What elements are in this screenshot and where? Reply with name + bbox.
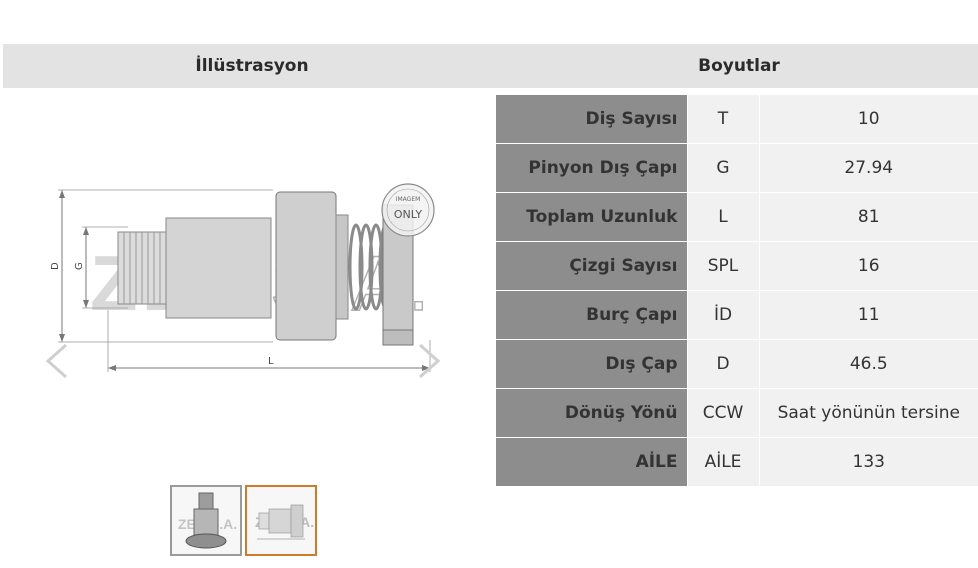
- row-label: Çizgi Sayısı: [496, 241, 687, 291]
- row-symbol: SPL: [686, 241, 760, 291]
- table-row: Dönüş Yönü CCW Saat yönünün tersine: [496, 388, 978, 438]
- row-symbol: L: [686, 192, 760, 242]
- row-symbol: AİLE: [686, 437, 760, 487]
- next-image-button[interactable]: [410, 342, 448, 380]
- row-label: Burç Çapı: [496, 290, 687, 340]
- table-row: Çizgi Sayısı SPL 16: [496, 241, 978, 291]
- row-symbol: İD: [686, 290, 760, 340]
- row-value: 133: [759, 437, 978, 487]
- row-value: 27.94: [759, 143, 978, 193]
- table-row: Burç Çapı İD 11: [496, 290, 978, 340]
- dim-l-label: L: [268, 356, 274, 367]
- row-label: Dönüş Yönü: [496, 388, 687, 438]
- row-value: 10: [759, 95, 978, 144]
- table-row: AİLE AİLE 133: [496, 437, 978, 487]
- row-value: 16: [759, 241, 978, 291]
- table-row: Pinyon Dış Çapı G 27.94: [496, 143, 978, 193]
- dim-d-label: D: [50, 262, 61, 270]
- row-value: 11: [759, 290, 978, 340]
- product-technical-drawing: ZEN S.A. D G IMAGEM ONLY L: [50, 183, 435, 372]
- chevron-right-icon: [419, 343, 441, 379]
- row-value: 46.5: [759, 339, 978, 389]
- row-label: Dış Çap: [496, 339, 687, 389]
- row-label: Diş Sayısı: [496, 95, 687, 144]
- dimensions-table: Diş Sayısı T 10 Pinyon Dış Çapı G 27.94 …: [496, 95, 978, 487]
- illustration-heading: İllüstrasyon: [195, 56, 309, 76]
- table-row: Toplam Uzunluk L 81: [496, 192, 978, 242]
- row-symbol: G: [686, 143, 760, 193]
- row-symbol: D: [686, 339, 760, 389]
- row-symbol: CCW: [686, 388, 760, 438]
- row-symbol: T: [686, 95, 760, 144]
- thumbnail-drawing[interactable]: ZEN S.A.: [245, 485, 317, 556]
- svg-text:ONLY: ONLY: [394, 208, 423, 221]
- previous-image-button[interactable]: [38, 342, 76, 380]
- table-row: Dış Çap D 46.5: [496, 339, 978, 389]
- dim-g-label: G: [74, 262, 85, 270]
- chevron-left-icon: [45, 343, 67, 379]
- row-value: Saat yönünün tersine: [759, 388, 978, 438]
- svg-text:IMAGEM: IMAGEM: [396, 196, 421, 203]
- dimensions-heading: Boyutlar: [698, 56, 780, 76]
- section-header-bar: İllüstrasyon Boyutlar: [3, 44, 978, 88]
- table-row: Diş Sayısı T 10: [496, 95, 978, 144]
- row-label: Pinyon Dış Çapı: [496, 143, 687, 193]
- row-label: AİLE: [496, 437, 687, 487]
- row-value: 81: [759, 192, 978, 242]
- row-label: Toplam Uzunluk: [496, 192, 687, 242]
- thumbnail-photo[interactable]: ZEN S.A.: [170, 485, 242, 556]
